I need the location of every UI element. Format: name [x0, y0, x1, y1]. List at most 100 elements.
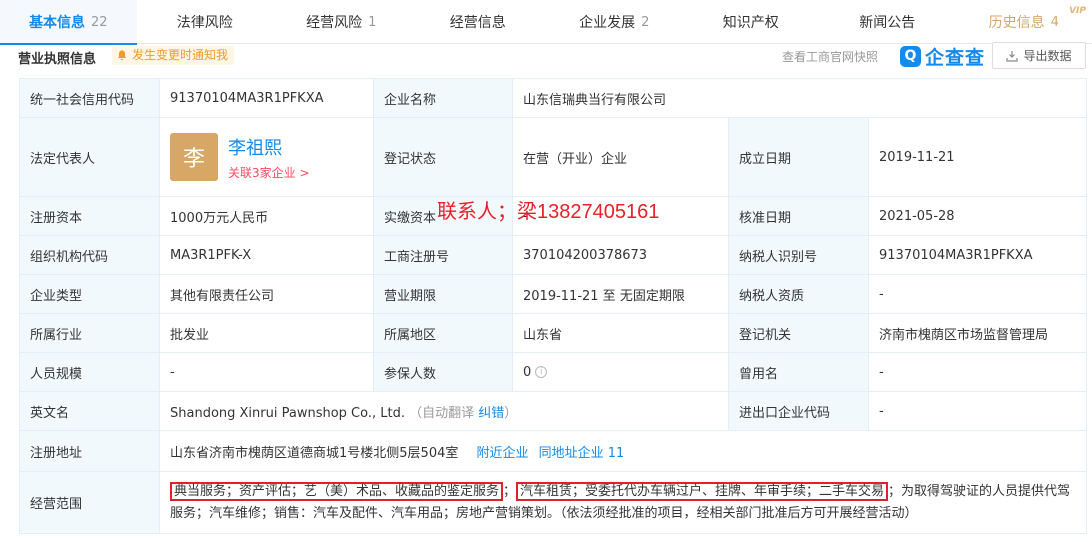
table-row: 英文名 Shandong Xinrui Pawnshop Co., Ltd. （… — [19, 391, 1087, 431]
staff-size-value: - — [159, 352, 374, 392]
legal-rep-label: 法定代表人 — [19, 117, 160, 197]
tab-legal-risk[interactable]: 法律风险 — [137, 0, 274, 44]
biz-term-value: 2019-11-21 至 无固定期限 — [512, 274, 729, 314]
english-name-label: 英文名 — [19, 391, 160, 431]
former-name-value: - — [868, 352, 1087, 392]
tab-bar: 基本信息 22 法律风险 经营风险 1 经营信息 企业发展 2 知识产权 新闻公告 历… — [0, 0, 1092, 45]
address-cell: 山东省济南市槐荫区道德商城1号楼北侧5层504室 附近企业 同地址企业 11 — [159, 430, 1087, 472]
tab-business-info[interactable]: 经营信息 — [410, 0, 547, 44]
auto-translate-prefix: （自动翻译 — [409, 405, 475, 421]
company-type-value: 其他有限责任公司 — [159, 274, 374, 314]
credit-code-label: 统一社会信用代码 — [19, 78, 160, 118]
reg-authority-value: 济南市槐荫区市场监督管理局 — [868, 313, 1087, 353]
table-row: 企业类型 其他有限责任公司 营业期限 2019-11-21 至 无固定期限 纳税… — [19, 274, 1087, 314]
contact-overlay-text: 联系人；梁13827405161 — [437, 201, 660, 223]
ie-code-label: 进出口企业代码 — [728, 391, 869, 431]
insured-cell: 0i — [512, 352, 729, 392]
found-date-value: 2019-11-21 — [868, 117, 1087, 197]
business-license-table: 统一社会信用代码 91370104MA3R1PFKXA 企业名称 山东信瑞典当行… — [19, 78, 1087, 534]
reg-status-label: 登记状态 — [373, 117, 513, 197]
table-row: 人员规模 - 参保人数 0i 曾用名 - — [19, 352, 1087, 392]
taxpayer-id-label: 纳税人识别号 — [728, 235, 869, 275]
bell-icon — [118, 50, 126, 61]
tab-count: 1 — [368, 14, 377, 30]
scope-highlight-2: 汽车租赁；受委托代办车辆过户、挂牌、年审手续；二手车交易 — [516, 481, 889, 501]
tab-development[interactable]: 企业发展 2 — [546, 0, 683, 44]
table-row: 组织机构代码 MA3R1PFK-X 工商注册号 370104200378673 … — [19, 235, 1087, 275]
correct-link[interactable]: 纠错 — [478, 406, 504, 421]
qichacha-logo: Q 企查查 — [900, 44, 986, 69]
section-title: 营业执照信息 — [18, 52, 97, 67]
avatar[interactable]: 李 — [170, 133, 218, 181]
reg-capital-value: 1000万元人民币 — [159, 196, 374, 236]
export-label: 导出数据 — [1023, 49, 1072, 63]
address-label: 注册地址 — [19, 430, 160, 472]
notify-label: 发生变更时通知我 — [132, 48, 229, 62]
reg-capital-label: 注册资本 — [19, 196, 160, 236]
scope-separator: ； — [503, 483, 517, 499]
tab-news[interactable]: 新闻公告 — [819, 0, 956, 44]
related-companies-link[interactable]: 关联3家企业 > — [228, 164, 310, 181]
table-row: 统一社会信用代码 91370104MA3R1PFKXA 企业名称 山东信瑞典当行… — [19, 78, 1087, 118]
legal-rep-name-link[interactable]: 李祖熙 — [228, 134, 310, 160]
qcc-logo-text: 企查查 — [925, 46, 986, 69]
approve-date-label: 核准日期 — [728, 196, 869, 236]
scope-cell: 典当服务；资产评估；艺（美）术品、收藏品的鉴定服务；汽车租赁；受委托代办车辆过户… — [159, 471, 1087, 534]
reg-no-label: 工商注册号 — [373, 235, 513, 275]
english-name-cell: Shandong Xinrui Pawnshop Co., Ltd. （自动翻译… — [159, 391, 729, 431]
ie-code-value: - — [868, 391, 1087, 431]
scope-label: 经营范围 — [19, 471, 160, 534]
download-icon — [1006, 50, 1019, 62]
credit-code-value: 91370104MA3R1PFKXA — [159, 78, 374, 118]
tab-label: 历史信息 — [988, 15, 1045, 31]
taxpayer-qual-value: - — [868, 274, 1087, 314]
biz-term-label: 营业期限 — [373, 274, 513, 314]
staff-size-label: 人员规模 — [19, 352, 160, 392]
tab-label: 基本信息 — [28, 15, 85, 31]
scope-highlight-1: 典当服务；资产评估；艺（美）术品、收藏品的鉴定服务 — [170, 481, 504, 501]
tab-count: 4 — [1050, 14, 1059, 30]
tab-count: 22 — [90, 14, 108, 30]
tab-label: 经营风险 — [306, 15, 363, 31]
legal-rep-cell: 李 李祖熙 关联3家企业 > — [159, 117, 374, 197]
found-date-label: 成立日期 — [728, 117, 869, 197]
tab-label: 知识产权 — [722, 15, 779, 31]
same-address-link[interactable]: 同地址企业 11 — [539, 446, 625, 461]
insured-value: 0 — [523, 364, 532, 380]
region-label: 所属地区 — [373, 313, 513, 353]
table-row: 注册地址 山东省济南市槐荫区道德商城1号楼北侧5层504室 附近企业 同地址企业… — [19, 430, 1087, 472]
info-icon[interactable]: i — [535, 366, 548, 378]
approve-date-value: 2021-05-28 — [868, 196, 1087, 236]
former-name-label: 曾用名 — [728, 352, 869, 392]
tab-label: 新闻公告 — [859, 15, 916, 31]
notify-change-button[interactable]: 发生变更时通知我 — [112, 46, 235, 65]
reg-no-value: 370104200378673 — [512, 235, 729, 275]
tab-history[interactable]: 历史信息 4 VIP — [956, 0, 1092, 44]
tab-business-risk[interactable]: 经营风险 1 — [273, 0, 410, 44]
industry-label: 所属行业 — [19, 313, 160, 353]
company-name-value: 山东信瑞典当行有限公司 — [512, 78, 1087, 118]
tab-label: 经营信息 — [449, 15, 506, 31]
section-header: 营业执照信息 发生变更时通知我 查看工商官网快照 Q 企查查 导出数据 — [0, 42, 1092, 74]
reg-authority-label: 登记机关 — [728, 313, 869, 353]
gs-snapshot-link[interactable]: 查看工商官网快照 — [782, 48, 878, 65]
vip-badge: VIP — [1069, 6, 1086, 16]
auto-translate-suffix: ） — [504, 405, 518, 421]
table-row: 法定代表人 李 李祖熙 关联3家企业 > 登记状态 在营（开业）企业 成立日期 … — [19, 117, 1087, 197]
region-value: 山东省 — [512, 313, 729, 353]
insured-label: 参保人数 — [373, 352, 513, 392]
tab-label: 法律风险 — [176, 15, 233, 31]
tab-basic-info[interactable]: 基本信息 22 — [0, 0, 137, 45]
taxpayer-id-value: 91370104MA3R1PFKXA — [868, 235, 1087, 275]
tab-count: 2 — [641, 14, 650, 30]
company-name-label: 企业名称 — [373, 78, 513, 118]
company-type-label: 企业类型 — [19, 274, 160, 314]
table-row: 经营范围 典当服务；资产评估；艺（美）术品、收藏品的鉴定服务；汽车租赁；受委托代… — [19, 471, 1087, 534]
export-data-button[interactable]: 导出数据 — [992, 42, 1086, 69]
industry-value: 批发业 — [159, 313, 374, 353]
table-row: 所属行业 批发业 所属地区 山东省 登记机关 济南市槐荫区市场监督管理局 — [19, 313, 1087, 353]
org-code-value: MA3R1PFK-X — [159, 235, 374, 275]
tab-ip[interactable]: 知识产权 — [683, 0, 820, 44]
tab-label: 企业发展 — [579, 15, 636, 31]
nearby-companies-link[interactable]: 附近企业 — [477, 446, 529, 461]
